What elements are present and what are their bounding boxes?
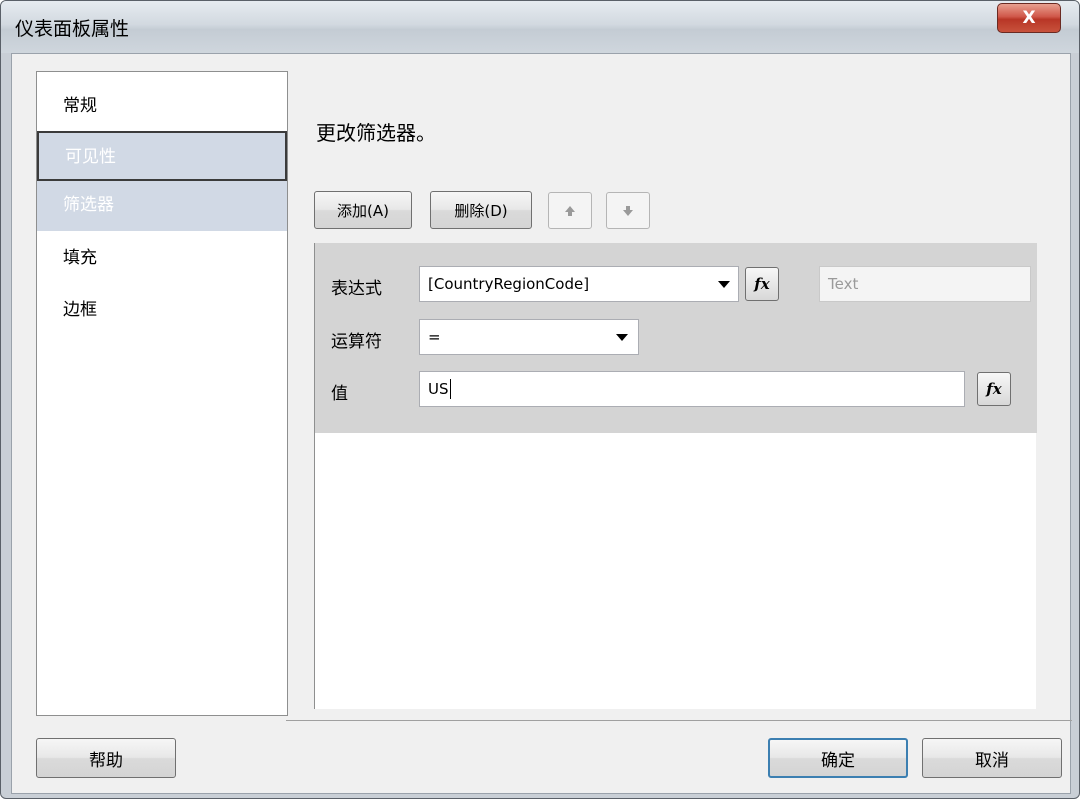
value-text: US	[428, 380, 449, 398]
move-up-button[interactable]	[548, 192, 592, 229]
nav-item-filters[interactable]: 筛选器	[37, 181, 287, 231]
move-down-button[interactable]	[606, 192, 650, 229]
window-title: 仪表面板属性	[15, 18, 130, 40]
title-bar[interactable]: 仪表面板属性 X	[1, 1, 1079, 53]
operator-value: =	[428, 328, 441, 346]
help-button[interactable]: 帮助	[36, 738, 176, 778]
filter-item: 表达式 [CountryRegionCode] fx Text 运算符 = 值	[315, 243, 1037, 433]
value-fx-button[interactable]: fx	[977, 372, 1011, 406]
delete-button[interactable]: 删除(D)	[430, 191, 532, 229]
nav-item-border[interactable]: 边框	[37, 286, 287, 336]
expression-value: [CountryRegionCode]	[428, 275, 590, 293]
page-heading: 更改筛选器。	[316, 121, 436, 145]
operator-label: 运算符	[331, 332, 382, 352]
chevron-down-icon	[718, 281, 730, 288]
expression-fx-button[interactable]: fx	[745, 267, 779, 301]
fx-icon: fx	[986, 380, 1002, 398]
close-icon: X	[1022, 8, 1036, 28]
type-combobox: Text	[819, 266, 1031, 302]
close-button[interactable]: X	[997, 3, 1061, 33]
filter-list: 表达式 [CountryRegionCode] fx Text 运算符 = 值	[314, 243, 1037, 709]
cancel-button[interactable]: 取消	[922, 738, 1062, 778]
value-input[interactable]: US	[419, 371, 965, 407]
nav-item-fill[interactable]: 填充	[37, 234, 287, 284]
expression-label: 表达式	[331, 279, 382, 299]
dialog-client: 常规 可见性 筛选器 填充 边框 更改筛选器。 添加(A) 删除(D) 表达式	[11, 53, 1072, 794]
arrow-down-icon	[623, 205, 633, 216]
value-label: 值	[331, 384, 348, 404]
nav-item-visibility[interactable]: 可见性	[37, 131, 287, 181]
arrow-up-icon	[565, 205, 575, 216]
text-caret	[449, 379, 451, 399]
chevron-down-icon	[616, 334, 628, 341]
operator-combobox[interactable]: =	[419, 319, 639, 355]
add-button[interactable]: 添加(A)	[314, 191, 412, 229]
footer-separator	[286, 720, 1072, 721]
dialog-window: 仪表面板属性 X 常规 可见性 筛选器 填充 边框 更改筛选器。 添加(A) 删…	[0, 0, 1080, 799]
nav-list: 常规 可见性 筛选器 填充 边框	[36, 71, 288, 716]
expression-combobox[interactable]: [CountryRegionCode]	[419, 266, 739, 302]
ok-button[interactable]: 确定	[768, 738, 908, 778]
nav-item-general[interactable]: 常规	[37, 82, 287, 132]
type-value: Text	[828, 275, 859, 293]
fx-icon: fx	[754, 275, 770, 293]
